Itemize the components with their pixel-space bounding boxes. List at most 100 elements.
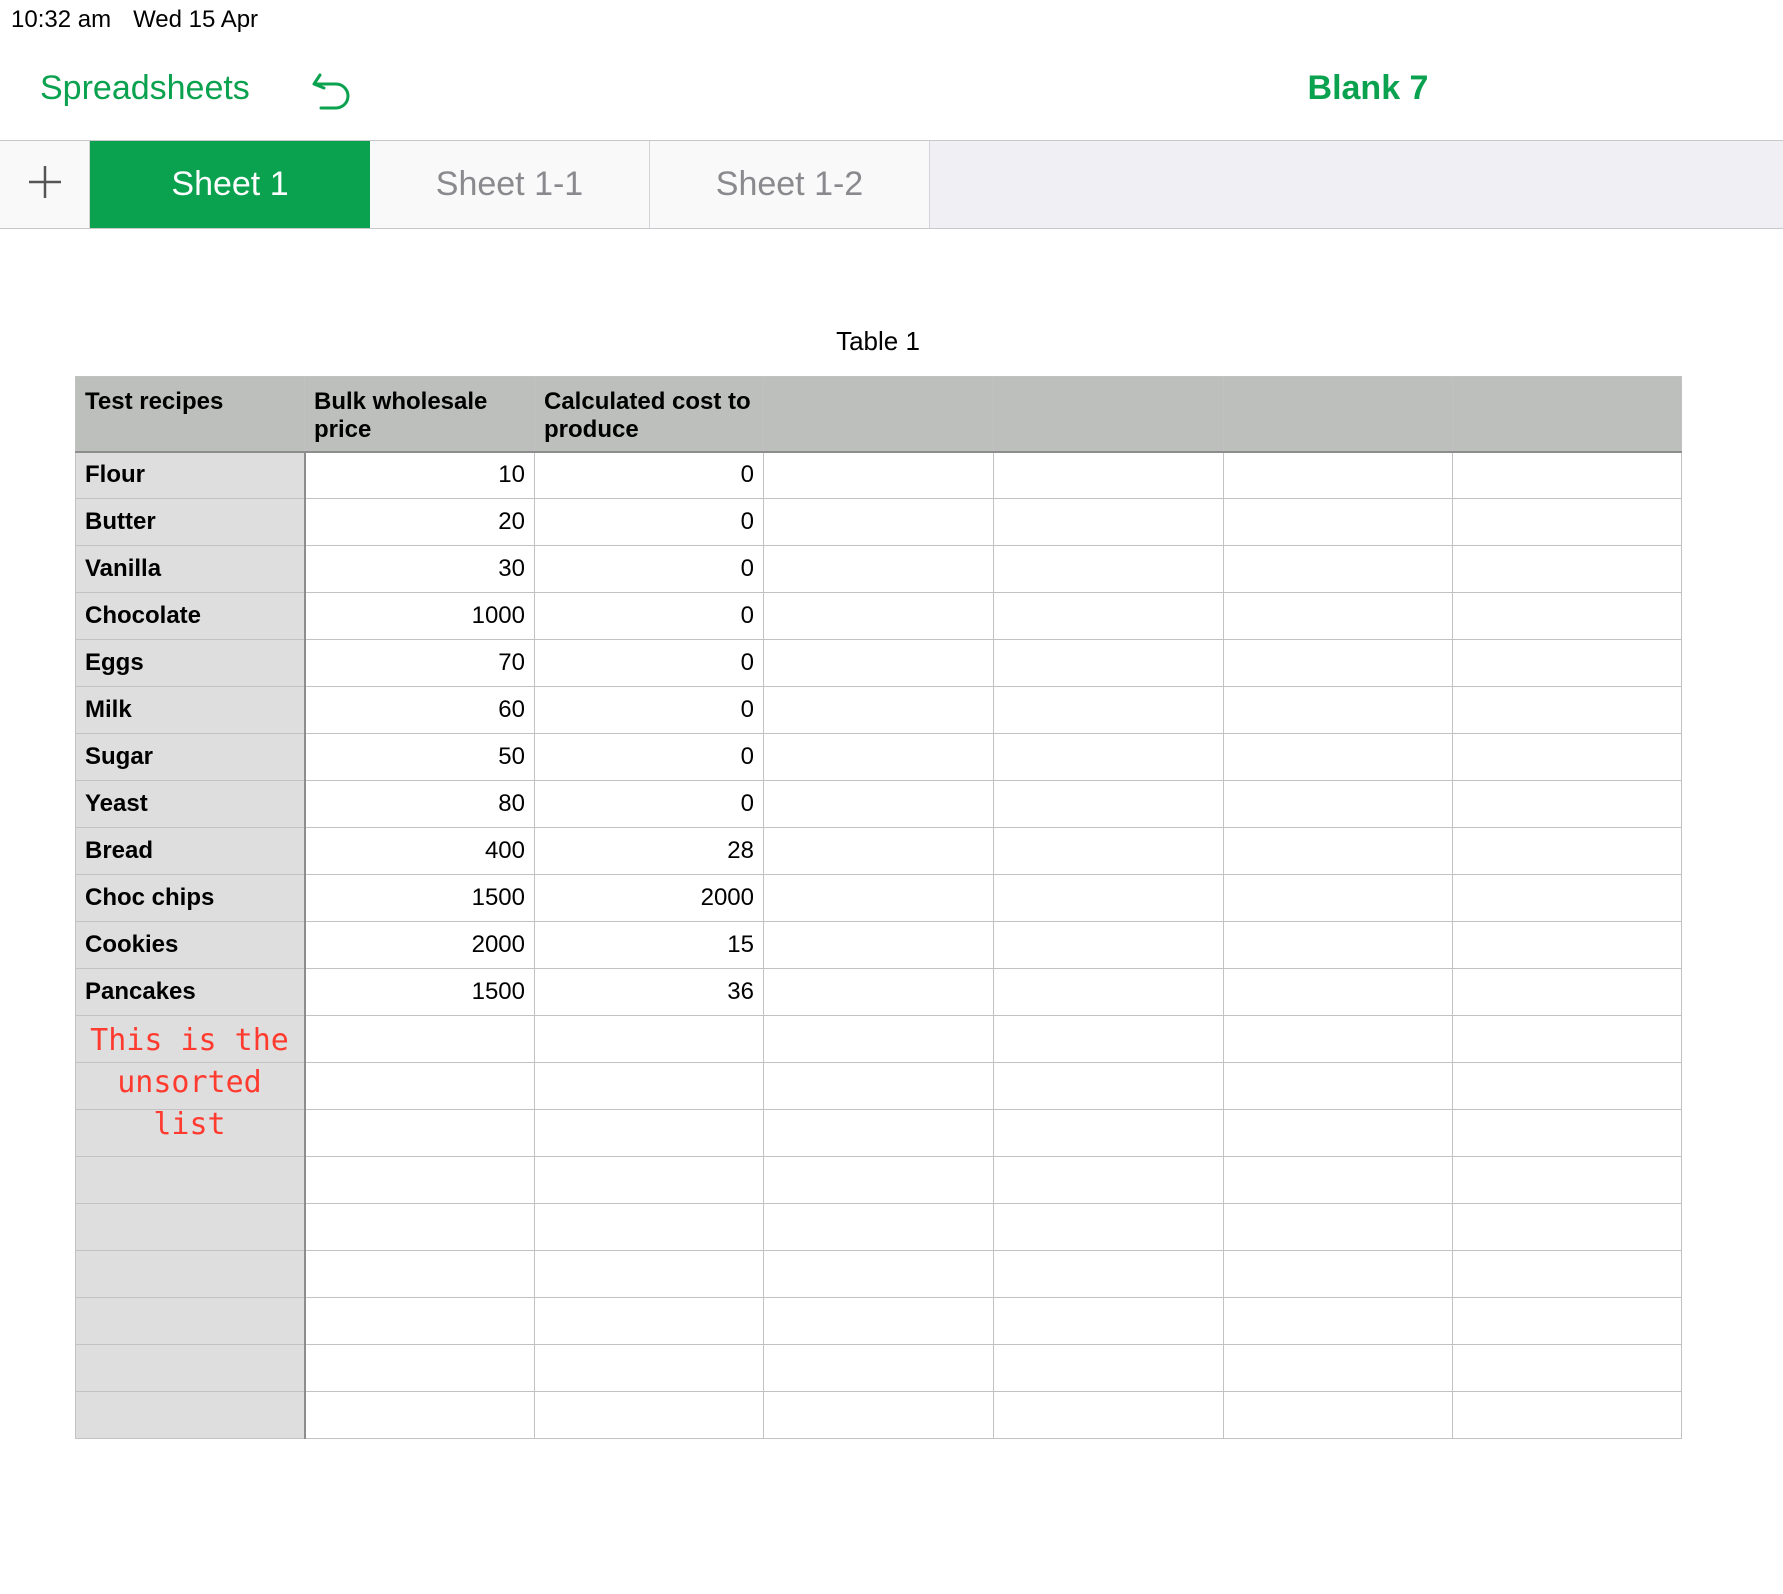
row-label-cell[interactable]: Vanilla xyxy=(75,545,306,593)
table-cell[interactable] xyxy=(763,1203,994,1251)
table-cell[interactable] xyxy=(1452,451,1682,499)
table-cell[interactable] xyxy=(304,1062,535,1110)
column-header[interactable] xyxy=(763,376,994,453)
table-cell[interactable]: 0 xyxy=(534,451,764,499)
table-cell[interactable] xyxy=(534,1297,764,1345)
table-cell[interactable] xyxy=(1452,639,1682,687)
table-cell[interactable] xyxy=(304,1203,535,1251)
table-cell[interactable] xyxy=(993,1344,1224,1392)
table-cell[interactable] xyxy=(763,733,994,781)
table-cell[interactable]: 15 xyxy=(534,921,764,969)
row-label-cell[interactable] xyxy=(75,1250,306,1298)
column-header[interactable] xyxy=(1452,376,1682,453)
table-cell[interactable] xyxy=(763,639,994,687)
row-label-cell[interactable] xyxy=(75,1203,306,1251)
spreadsheets-back-link[interactable]: Spreadsheets xyxy=(40,69,250,108)
undo-icon[interactable] xyxy=(308,65,358,115)
table-cell[interactable] xyxy=(304,1391,535,1439)
table-cell[interactable]: 1500 xyxy=(304,968,535,1016)
table-cell[interactable] xyxy=(763,1062,994,1110)
table-cell[interactable]: 2000 xyxy=(534,874,764,922)
table-cell[interactable] xyxy=(1452,592,1682,640)
table-cell[interactable] xyxy=(993,1062,1224,1110)
table-cell[interactable] xyxy=(1452,968,1682,1016)
table-cell[interactable] xyxy=(1223,780,1453,828)
row-label-cell[interactable]: Eggs xyxy=(75,639,306,687)
table-cell[interactable] xyxy=(534,1109,764,1157)
table-cell[interactable]: 70 xyxy=(304,639,535,687)
table-cell[interactable] xyxy=(304,1109,535,1157)
table-cell[interactable] xyxy=(763,874,994,922)
table-cell[interactable] xyxy=(1223,451,1453,499)
table-cell[interactable] xyxy=(304,1015,535,1063)
row-label-cell[interactable] xyxy=(75,1391,306,1439)
table-cell[interactable] xyxy=(1223,1297,1453,1345)
row-label-cell[interactable]: Choc chips xyxy=(75,874,306,922)
table-cell[interactable]: 60 xyxy=(304,686,535,734)
column-header[interactable]: Calculated cost to produce xyxy=(534,376,764,453)
table-cell[interactable] xyxy=(1452,1015,1682,1063)
table-cell[interactable] xyxy=(1223,1203,1453,1251)
table-cell[interactable]: 28 xyxy=(534,827,764,875)
table-cell[interactable] xyxy=(1223,921,1453,969)
column-header[interactable] xyxy=(993,376,1224,453)
row-label-cell[interactable]: Pancakes xyxy=(75,968,306,1016)
table-cell[interactable] xyxy=(1223,1015,1453,1063)
table-cell[interactable]: 0 xyxy=(534,780,764,828)
table-cell[interactable] xyxy=(763,1015,994,1063)
table-cell[interactable] xyxy=(993,1297,1224,1345)
table-cell[interactable]: 80 xyxy=(304,780,535,828)
table-cell[interactable] xyxy=(1452,1297,1682,1345)
table-cell[interactable]: 1000 xyxy=(304,592,535,640)
table-cell[interactable] xyxy=(1223,874,1453,922)
table-cell[interactable] xyxy=(534,1250,764,1298)
table-cell[interactable] xyxy=(993,827,1224,875)
column-header[interactable] xyxy=(1223,376,1453,453)
table-cell[interactable]: 1500 xyxy=(304,874,535,922)
table-cell[interactable] xyxy=(993,1156,1224,1204)
table-cell[interactable] xyxy=(993,874,1224,922)
row-label-cell[interactable]: Butter xyxy=(75,498,306,546)
table-cell[interactable]: 400 xyxy=(304,827,535,875)
row-label-cell[interactable]: Yeast xyxy=(75,780,306,828)
table-cell[interactable] xyxy=(1452,827,1682,875)
table-cell[interactable] xyxy=(763,968,994,1016)
table-cell[interactable] xyxy=(1223,1156,1453,1204)
table-cell[interactable] xyxy=(1452,1062,1682,1110)
table-cell[interactable] xyxy=(763,1250,994,1298)
table-cell[interactable]: 0 xyxy=(534,498,764,546)
table-cell[interactable] xyxy=(763,451,994,499)
table-cell[interactable] xyxy=(993,1109,1224,1157)
table-cell[interactable] xyxy=(993,686,1224,734)
table-cell[interactable]: 30 xyxy=(304,545,535,593)
tab-sheet-1-1[interactable]: Sheet 1-1 xyxy=(370,141,650,228)
table-cell[interactable] xyxy=(1223,968,1453,1016)
table-cell[interactable] xyxy=(763,921,994,969)
row-label-cell[interactable]: Sugar xyxy=(75,733,306,781)
table-cell[interactable] xyxy=(993,733,1224,781)
table-cell[interactable] xyxy=(763,1297,994,1345)
table-cell[interactable] xyxy=(534,1062,764,1110)
table-cell[interactable] xyxy=(1223,827,1453,875)
table-cell[interactable] xyxy=(1452,874,1682,922)
column-header[interactable]: Bulk wholesale price xyxy=(304,376,535,453)
table-cell[interactable]: 0 xyxy=(534,592,764,640)
table-cell[interactable] xyxy=(1452,1391,1682,1439)
table-cell[interactable] xyxy=(993,968,1224,1016)
table-cell[interactable] xyxy=(1452,1203,1682,1251)
table-cell[interactable] xyxy=(304,1344,535,1392)
table-cell[interactable]: 0 xyxy=(534,545,764,593)
table-cell[interactable] xyxy=(1452,545,1682,593)
row-label-cell[interactable]: Flour xyxy=(75,451,306,499)
table-cell[interactable] xyxy=(1223,1344,1453,1392)
table-cell[interactable] xyxy=(1452,1109,1682,1157)
table-cell[interactable] xyxy=(1452,780,1682,828)
tab-sheet-1-2[interactable]: Sheet 1-2 xyxy=(650,141,930,228)
table-cell[interactable] xyxy=(993,780,1224,828)
table-cell[interactable] xyxy=(304,1250,535,1298)
table-cell[interactable] xyxy=(1223,1062,1453,1110)
row-label-cell[interactable] xyxy=(75,1344,306,1392)
table-cell[interactable] xyxy=(993,1250,1224,1298)
table-cell[interactable] xyxy=(1223,733,1453,781)
table-cell[interactable] xyxy=(534,1015,764,1063)
